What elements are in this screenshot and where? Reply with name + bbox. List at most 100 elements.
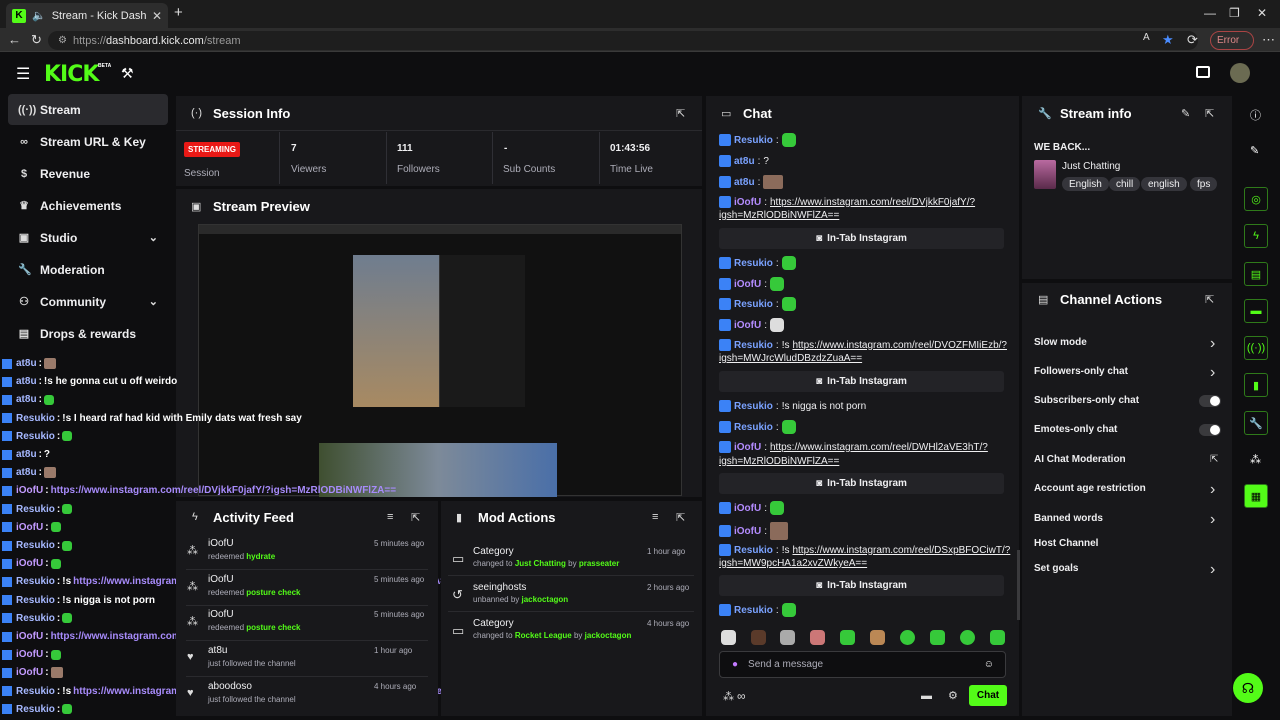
toggle-switch[interactable] bbox=[1199, 424, 1221, 436]
sidebar-item-achievements[interactable]: ♛ Achievements bbox=[8, 190, 168, 221]
reload-icon[interactable]: ↻ bbox=[31, 32, 42, 48]
chat-username[interactable]: Resukio bbox=[734, 299, 773, 310]
channel-action-label[interactable]: Followers-only chat bbox=[1034, 366, 1128, 377]
chat-message-input[interactable]: ● Send a message ☺ bbox=[719, 651, 1006, 678]
microphone-icon[interactable]: ● bbox=[732, 659, 738, 670]
chat-link[interactable]: igsh=MWJrcWludDBzdzZuaA== bbox=[719, 353, 862, 364]
sidebar-item-revenue[interactable]: $ Revenue bbox=[8, 158, 168, 189]
wrench-widget-icon[interactable]: 🔧 bbox=[1244, 411, 1268, 435]
chat-link[interactable]: https://www.instagram.com/reel/DVOZFMIiE… bbox=[792, 340, 1007, 351]
chat-username[interactable]: iOofU bbox=[734, 279, 761, 290]
filter-icon[interactable]: ≡ bbox=[652, 511, 658, 523]
live-preview-icon[interactable] bbox=[1196, 66, 1210, 78]
channel-action-label[interactable]: Set goals bbox=[1034, 563, 1078, 574]
back-icon[interactable]: ← bbox=[8, 32, 21, 47]
chat-link[interactable]: https://www.instagram.com/reel/DSxpBFOCi… bbox=[792, 545, 1010, 556]
sidebar-item-moderation[interactable]: 🔧 Moderation bbox=[8, 254, 168, 285]
broadcast-widget-icon[interactable]: ((·)) bbox=[1244, 336, 1268, 360]
chat-username[interactable]: Resukio bbox=[734, 340, 773, 351]
channel-action-label[interactable]: AI Chat Moderation bbox=[1034, 454, 1126, 465]
chat-scrollbar[interactable] bbox=[1017, 550, 1020, 620]
chat-username[interactable]: Resukio bbox=[734, 135, 773, 146]
chevron-right-icon[interactable]: › bbox=[1210, 561, 1215, 579]
emote-button[interactable] bbox=[990, 630, 1005, 645]
popout-icon[interactable]: ⇱ bbox=[676, 511, 685, 524]
activity-username[interactable]: aboodoso bbox=[208, 681, 252, 692]
activity-username[interactable]: iOofU bbox=[208, 574, 234, 585]
in-tab-instagram-button[interactable]: ◙ In-Tab Instagram bbox=[719, 228, 1004, 249]
community-icon[interactable]: ⁂ bbox=[723, 690, 734, 703]
emote-button[interactable] bbox=[810, 630, 825, 645]
sidebar-item-stream[interactable]: ((·)) Stream bbox=[8, 94, 168, 125]
camera-widget-icon[interactable]: ◎ bbox=[1244, 187, 1268, 211]
emoji-icon[interactable]: ☺ bbox=[984, 659, 994, 670]
edit-pencil-icon[interactable]: ✎ bbox=[1181, 107, 1190, 120]
emote-button[interactable] bbox=[780, 630, 795, 645]
kick-logo[interactable]: KICK bbox=[44, 62, 99, 87]
emote-button[interactable] bbox=[721, 630, 736, 645]
hammer-icon[interactable]: ⚒ bbox=[121, 65, 134, 82]
read-aloud-icon[interactable]: A bbox=[1143, 32, 1150, 43]
emote-button[interactable] bbox=[840, 630, 855, 645]
channel-action-label[interactable]: Emotes-only chat bbox=[1034, 424, 1117, 435]
in-tab-instagram-button[interactable]: ◙ In-Tab Instagram bbox=[719, 473, 1004, 494]
moderator-name[interactable]: jackoctagon bbox=[585, 631, 632, 640]
minimize-icon[interactable]: — bbox=[1204, 6, 1216, 20]
chat-username[interactable]: iOofU bbox=[734, 503, 761, 514]
close-tab-icon[interactable]: ✕ bbox=[152, 9, 162, 23]
chat-link[interactable]: igsh=MW9pcHA1a2xvZWkyeA== bbox=[719, 558, 867, 569]
emote-button[interactable] bbox=[900, 630, 915, 645]
chat-username[interactable]: iOofU bbox=[734, 442, 761, 453]
maximize-icon[interactable]: ❐ bbox=[1229, 6, 1240, 20]
gear-icon[interactable]: ⚙ bbox=[948, 689, 958, 702]
clapper-widget-icon[interactable]: ▦ bbox=[1244, 484, 1268, 508]
close-window-icon[interactable]: ✕ bbox=[1257, 6, 1267, 20]
lightning-widget-icon[interactable]: ϟ bbox=[1244, 224, 1268, 248]
chat-bubble-icon[interactable]: ▬ bbox=[921, 690, 932, 702]
community-icon[interactable]: ⁂ bbox=[1250, 453, 1261, 466]
toggle-switch[interactable] bbox=[1199, 395, 1221, 407]
emote-button[interactable] bbox=[930, 630, 945, 645]
chat-username[interactable]: at8u bbox=[734, 156, 755, 167]
channel-action-label[interactable]: Slow mode bbox=[1034, 337, 1087, 348]
support-headset-icon[interactable]: ☊ bbox=[1233, 673, 1263, 703]
chat-link[interactable]: https://www.instagram.com/reel/DWHl2aVE3… bbox=[770, 442, 988, 453]
user-avatar[interactable] bbox=[1230, 63, 1250, 83]
chat-widget-icon[interactable]: ▬ bbox=[1244, 299, 1268, 323]
site-info-icon[interactable]: ⚙ bbox=[58, 35, 67, 46]
emote-button[interactable] bbox=[870, 630, 885, 645]
popout-icon[interactable]: ⇱ bbox=[411, 511, 420, 524]
chat-username[interactable]: Resukio bbox=[734, 605, 773, 616]
chevron-right-icon[interactable]: › bbox=[1210, 511, 1215, 529]
chevron-right-icon[interactable]: › bbox=[1210, 481, 1215, 499]
chat-username[interactable]: iOofU bbox=[734, 526, 761, 537]
sidebar-item-community[interactable]: ⚇ Community ⌄ bbox=[8, 286, 168, 317]
chat-link[interactable]: https://www.instagram.com/reel/DVjkkF0ja… bbox=[770, 197, 975, 208]
info-icon[interactable]: ⓘ bbox=[1250, 107, 1261, 123]
stream-preview-video[interactable] bbox=[198, 224, 682, 497]
chevron-right-icon[interactable]: › bbox=[1210, 335, 1215, 353]
document-widget-icon[interactable]: ▤ bbox=[1244, 262, 1268, 286]
chevron-right-icon[interactable]: › bbox=[1210, 364, 1215, 382]
sidebar-item-studio[interactable]: ▣ Studio ⌄ bbox=[8, 222, 168, 253]
edit-pencil-icon[interactable]: ✎ bbox=[1250, 144, 1259, 157]
moderator-name[interactable]: prasseater bbox=[579, 559, 619, 568]
url-field[interactable]: ⚙ https:// dashboard.kick.com /stream bbox=[48, 31, 1198, 50]
hamburger-menu-icon[interactable]: ☰ bbox=[16, 64, 30, 84]
chat-username[interactable]: Resukio bbox=[734, 545, 773, 556]
more-menu-icon[interactable]: ⋯ bbox=[1262, 32, 1275, 48]
chat-username[interactable]: Resukio bbox=[734, 258, 773, 269]
channel-action-label[interactable]: Host Channel bbox=[1034, 538, 1098, 549]
new-tab-icon[interactable]: + bbox=[174, 4, 183, 21]
sidebar-item-drops-rewards[interactable]: ▤ Drops & rewards bbox=[8, 318, 168, 349]
activity-username[interactable]: iOofU bbox=[208, 609, 234, 620]
chat-username[interactable]: Resukio bbox=[734, 401, 773, 412]
link-icon[interactable]: ∞ bbox=[737, 689, 746, 703]
in-tab-instagram-button[interactable]: ◙ In-Tab Instagram bbox=[719, 575, 1004, 596]
popout-icon[interactable]: ⇱ bbox=[1205, 107, 1214, 120]
favorite-star-icon[interactable]: ★ bbox=[1162, 32, 1174, 48]
chat-username[interactable]: at8u bbox=[734, 177, 755, 188]
mod-widget-icon[interactable]: ▮ bbox=[1244, 373, 1268, 397]
chat-username[interactable]: iOofU bbox=[734, 197, 761, 208]
send-chat-button[interactable]: Chat bbox=[969, 685, 1007, 706]
